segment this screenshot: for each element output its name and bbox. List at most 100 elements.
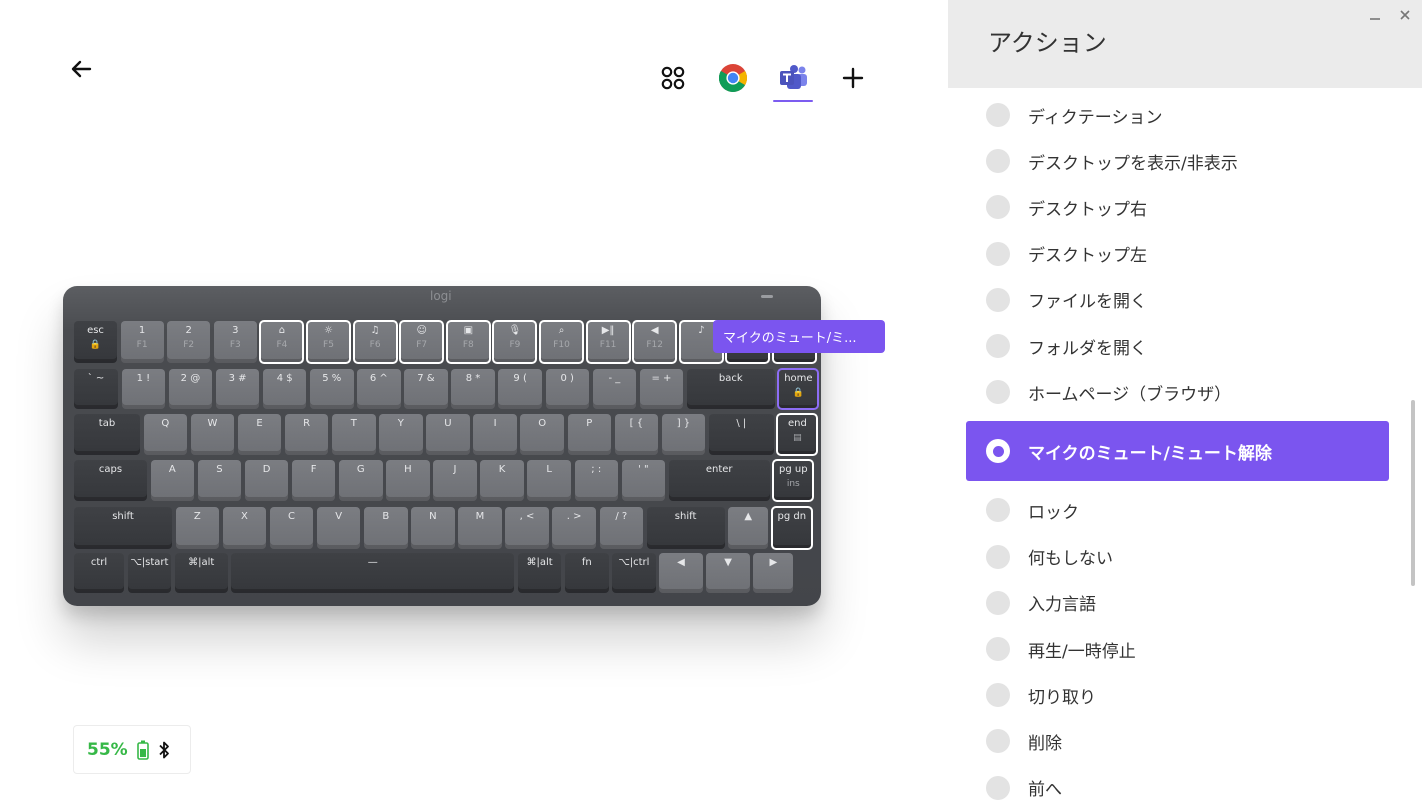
keyboard-key[interactable]: ctrl: [74, 553, 124, 593]
keyboard-key[interactable]: ☼ F5: [306, 320, 351, 364]
action-item[interactable]: デスクトップを表示/非表示: [966, 138, 1389, 184]
keyboard-key[interactable]: T: [332, 414, 376, 455]
action-item[interactable]: 切り取り: [966, 672, 1389, 718]
keyboard-key[interactable]: 2 @: [168, 369, 213, 409]
keyboard-key[interactable]: W: [190, 414, 235, 455]
radio-button[interactable]: [986, 590, 1010, 615]
action-item[interactable]: 入力言語: [966, 580, 1389, 626]
keyboard-key[interactable]: ' ": [621, 460, 666, 501]
action-item[interactable]: マイクのミュート/ミュート解除: [966, 421, 1389, 482]
action-item[interactable]: 前へ: [966, 765, 1389, 810]
keyboard-key[interactable]: N: [411, 507, 455, 549]
keyboard-key[interactable]: S: [197, 460, 242, 501]
radio-button[interactable]: [986, 439, 1010, 464]
keyboard-key[interactable]: K: [480, 460, 524, 501]
keyboard-key[interactable]: esc 🔒: [74, 321, 117, 363]
keyboard-key[interactable]: back: [686, 369, 775, 409]
keyboard-key[interactable]: 5 %: [310, 369, 354, 409]
keyboard-key[interactable]: ▼: [706, 553, 750, 593]
keyboard-key[interactable]: J: [433, 460, 477, 501]
keyboard-key[interactable]: F: [291, 460, 336, 501]
action-item[interactable]: デスクトップ右: [966, 184, 1389, 230]
keyboard-key[interactable]: 4 $: [262, 369, 307, 409]
keyboard-key[interactable]: 8 *: [451, 369, 495, 409]
radio-button[interactable]: [986, 287, 1010, 312]
keyboard-key[interactable]: ▶‖ F11: [585, 320, 631, 364]
keyboard-key[interactable]: = +: [639, 369, 684, 409]
keyboard-key[interactable]: Q: [143, 414, 188, 455]
keyboard-key[interactable]: 🎙 F9: [492, 320, 538, 364]
keyboard-key[interactable]: L: [527, 460, 571, 501]
keyboard-key[interactable]: 6 ^: [357, 369, 401, 409]
action-item[interactable]: ディクテーション: [966, 92, 1389, 138]
radio-button[interactable]: [986, 498, 1010, 523]
keyboard-key[interactable]: D: [244, 460, 289, 501]
keyboard-key[interactable]: ⌘|alt: [174, 553, 228, 593]
keyboard-key[interactable]: U: [426, 414, 470, 455]
keyboard-key[interactable]: pg dn: [770, 506, 813, 550]
action-item[interactable]: 何もしない: [966, 534, 1389, 580]
keyboard-key[interactable]: P: [567, 414, 611, 455]
keyboard-key[interactable]: caps: [74, 460, 147, 501]
keyboard-key[interactable]: A: [150, 460, 195, 501]
keyboard-key[interactable]: / ?: [599, 507, 643, 549]
keyboard-key[interactable]: ▶: [753, 553, 794, 593]
keyboard-key[interactable]: shift: [74, 507, 172, 549]
keyboard-key[interactable]: 1 !: [121, 369, 166, 409]
keyboard-key[interactable]: - _: [592, 369, 637, 409]
keyboard-key[interactable]: —: [231, 553, 515, 593]
keyboard-key[interactable]: , <: [505, 507, 549, 549]
action-item[interactable]: ロック: [966, 487, 1389, 533]
keyboard-key[interactable]: H: [386, 460, 430, 501]
chrome-app-button[interactable]: [710, 55, 756, 101]
keyboard-key[interactable]: G: [339, 460, 383, 501]
keyboard-key[interactable]: I: [473, 414, 517, 455]
action-item[interactable]: ホームページ（ブラウザ）: [966, 369, 1389, 415]
radio-button[interactable]: [986, 380, 1010, 405]
keyboard-key[interactable]: ⌕ F10: [539, 320, 584, 364]
radio-button[interactable]: [986, 775, 1010, 800]
keyboard-key[interactable]: enter: [668, 460, 770, 501]
radio-button[interactable]: [986, 149, 1010, 174]
close-icon[interactable]: [1398, 8, 1412, 22]
keyboard-key[interactable]: ⌘|alt: [517, 553, 562, 593]
all-apps-button[interactable]: [650, 55, 696, 101]
keyboard-key[interactable]: Z: [175, 507, 220, 549]
keyboard-key[interactable]: B: [364, 507, 408, 549]
radio-button[interactable]: [986, 334, 1010, 358]
keyboard-key[interactable]: end ▤: [776, 413, 819, 456]
action-item[interactable]: フォルダを開く: [966, 323, 1389, 369]
minimize-icon[interactable]: [1368, 10, 1382, 24]
keyboard-key[interactable]: ⌂ F4: [259, 320, 305, 364]
radio-button[interactable]: [986, 637, 1010, 661]
keyboard-key[interactable]: tab: [74, 414, 140, 455]
keyboard-key[interactable]: 9 (: [498, 369, 542, 409]
keyboard-key[interactable]: ☺ F7: [399, 320, 445, 364]
keyboard-key[interactable]: 2 F2: [167, 321, 211, 363]
action-item[interactable]: ファイルを開く: [966, 277, 1389, 323]
keyboard-key[interactable]: ▲: [728, 507, 769, 549]
keyboard-key[interactable]: R: [284, 414, 329, 455]
scrollbar-thumb[interactable]: [1411, 400, 1415, 586]
keyboard-key[interactable]: C: [269, 507, 314, 549]
action-item[interactable]: 再生/一時停止: [966, 626, 1389, 672]
keyboard-key[interactable]: ⌥|start: [127, 553, 172, 593]
keyboard-key[interactable]: 1 F1: [120, 321, 164, 363]
keyboard-key[interactable]: [ {: [614, 414, 659, 455]
radio-button[interactable]: [986, 544, 1010, 569]
keyboard-key[interactable]: \ |: [708, 414, 774, 455]
teams-app-button[interactable]: [770, 55, 816, 102]
radio-button[interactable]: [986, 729, 1010, 754]
radio-button[interactable]: [986, 241, 1010, 266]
keyboard-key[interactable]: pg up ins: [772, 459, 815, 502]
radio-button[interactable]: [986, 683, 1010, 708]
keyboard-key[interactable]: ⌥|ctrl: [612, 553, 656, 593]
keyboard-key[interactable]: ◀: [659, 553, 703, 593]
keyboard-key[interactable]: ] }: [661, 414, 706, 455]
keyboard-key[interactable]: E: [237, 414, 282, 455]
action-item[interactable]: デスクトップ左: [966, 231, 1389, 277]
keyboard-key[interactable]: . >: [552, 507, 596, 549]
keyboard-key[interactable]: ♫ F6: [352, 320, 398, 364]
keyboard-key[interactable]: ; :: [574, 460, 618, 501]
keyboard-key[interactable]: fn: [565, 553, 609, 593]
